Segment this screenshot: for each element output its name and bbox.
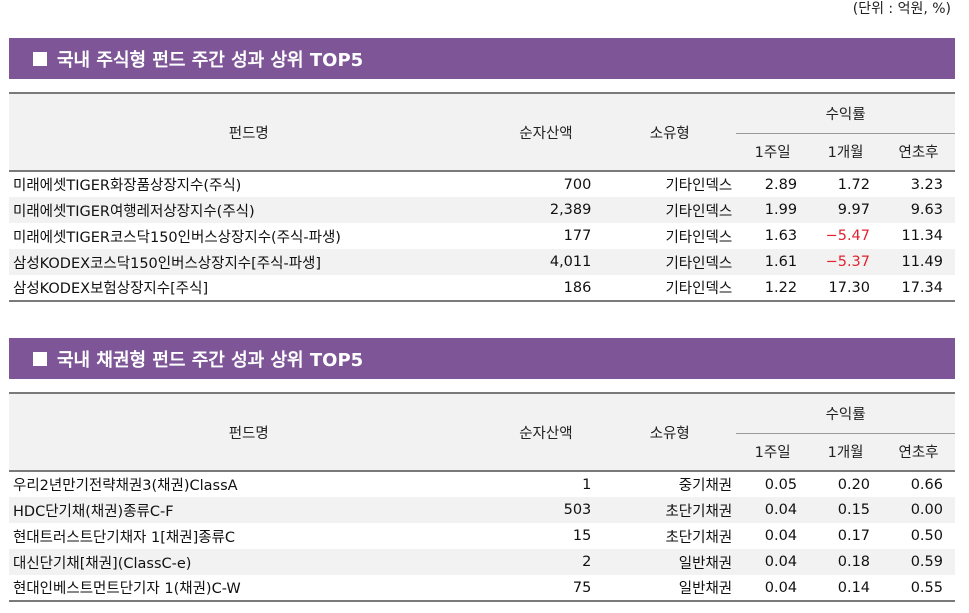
return-week1-cell: 1.22 [736,275,810,302]
bond-rows: 우리2년만기전략채권3(채권)ClassA 1 중기채권 0.05 0.20 0.66 HD… [9,471,955,602]
category-cell: 기타인덱스 [603,275,737,302]
fund-name-cell: 삼성KODEX보험상장지수[주식] [9,275,489,302]
net-assets-cell: 75 [488,575,604,602]
return-month1-cell: 0.18 [809,549,883,575]
return-ytd-cell: 0.59 [882,549,955,575]
return-ytd-cell: 0.00 [882,497,955,523]
net-assets-cell: 186 [488,275,604,302]
return-ytd-cell: 11.34 [901,228,943,244]
equity-title: 국내 주식형 펀드 주간 성과 상위 TOP5 [57,49,364,71]
header-net-assets: 순자산액 [488,93,604,171]
bond-title: 국내 채권형 펀드 주간 성과 상위 TOP5 [57,349,364,371]
header-net-assets: 순자산액 [488,393,604,471]
fund-name-cell: 대신단기채[채권](ClassC-e) [9,549,489,575]
category-cell: 기타인덱스 [665,229,733,246]
return-week1-cell: 1.63 [764,228,798,244]
equity-rows: 미래에셋TIGER화장품상장지수(주식) 700 기타인덱스 2.89 1.72 3.23… [9,171,955,302]
fund-name-cell: 현대인베스트먼트단기자 1(채권)C-W [9,575,489,602]
header-category: 소유형 [603,93,737,171]
category-cell: 초단기채권 [603,497,737,523]
category-cell: 기타인덱스 [665,178,733,194]
header-returns: 수익률 [736,393,955,434]
fund-name-cell: 미래에셋TIGER여행레저상장지수(주식) [9,197,489,223]
equity-section: 국내 주식형 펀드 주간 성과 상위 TOP5 펀드명 순자산액 소유형 수익률… [9,38,955,302]
return-week1-cell: 2.89 [764,176,798,193]
table-row: HDC단기채(채권)종류C-F 503 초단기채권 0.04 0.15 0.00 [9,497,955,523]
return-month1-cell: 9.97 [809,197,883,223]
return-month1-cell: 1.72 [837,176,871,193]
bond-title-bar: 국내 채권형 펀드 주간 성과 상위 TOP5 [9,338,955,379]
category-cell: 일반채권 [603,575,737,602]
category-cell: 기타인덱스 [603,197,737,223]
table-row: 현대인베스트먼트단기자 1(채권)C-W 75 일반채권 0.04 0.14 0.55 [9,575,955,602]
header-month1: 1개월 [809,433,883,471]
unit-note: (단위 : 억원, %) [852,1,951,17]
return-ytd-cell: 3.23 [910,176,943,193]
return-week1-cell: 0.04 [764,528,798,544]
fund-name-cell: 우리2년만기전략채권3(채권)ClassA [13,478,238,494]
return-month1-cell: 0.17 [837,528,871,544]
fund-name-cell: 삼성KODEX코스닥150인버스상장지수[주식-파생] [9,249,489,275]
table-row: 미래에셋TIGER여행레저상장지수(주식) 2,389 기타인덱스 1.99 9.97 9… [9,197,955,223]
return-ytd-cell: 17.34 [882,275,955,302]
table-row: 대신단기채[채권](ClassC-e) 2 일반채권 0.04 0.18 0.59 [9,549,955,575]
square-bullet-icon [33,351,47,366]
return-week1-cell: 0.04 [736,497,810,523]
net-assets-cell: 1 [582,476,592,493]
return-month1-cell: −5.37 [809,249,883,275]
return-ytd-cell: 0.50 [910,528,943,544]
return-week1-cell: 0.04 [736,549,810,575]
table-row: 미래에셋TIGER코스닥150인버스상장지수(주식-파생) 177 기타인덱스 1.6… [9,223,955,249]
net-assets-cell: 15 [572,528,592,544]
return-ytd-cell: 11.49 [882,249,955,275]
header-week1: 1주일 [736,433,810,471]
equity-title-bar: 국내 주식형 펀드 주간 성과 상위 TOP5 [9,38,955,79]
net-assets-cell: 4,011 [488,249,604,275]
return-week1-cell: 1.61 [736,249,810,275]
fund-name-cell: HDC단기채(채권)종류C-F [9,497,489,523]
fund-name-cell: 미래에셋TIGER화장품상장지수(주식) [13,178,242,194]
fund-name-cell: 현대트러스트단기채자 1[채권]종류C [13,529,236,546]
return-month1-cell: −5.47 [825,228,871,244]
fund-name-cell: 미래에셋TIGER코스닥150인버스상장지수(주식-파생) [13,229,341,246]
table-row: 삼성KODEX보험상장지수[주식] 186 기타인덱스 1.22 17.30 17.34 [9,275,955,302]
header-ytd: 연초후 [882,433,955,471]
header-category: 소유형 [603,393,737,471]
header-returns: 수익률 [736,93,955,134]
header-month1: 1개월 [809,133,883,171]
header-fund-name: 펀드명 [9,93,489,171]
header-fund-name: 펀드명 [9,393,489,471]
category-cell: 일반채권 [603,549,737,575]
table-row: 미래에셋TIGER화장품상장지수(주식) 700 기타인덱스 2.89 1.72 3.23 [9,171,955,197]
header-ytd: 연초후 [882,133,955,171]
return-ytd-cell: 0.55 [882,575,955,602]
return-week1-cell: 1.99 [736,197,810,223]
bond-section: 국내 채권형 펀드 주간 성과 상위 TOP5 펀드명 순자산액 소유형 수익률… [9,338,955,602]
return-week1-cell: 0.04 [736,575,810,602]
square-bullet-icon [33,51,47,66]
category-cell: 중기채권 [678,478,733,494]
return-month1-cell: 17.30 [809,275,883,302]
bond-table: 펀드명 순자산액 소유형 수익률 1주일 1개월 연초후 우리2년만기전략채권3… [9,392,955,602]
net-assets-cell: 2,389 [488,197,604,223]
category-cell: 초단기채권 [665,529,733,546]
table-row: 현대트러스트단기채자 1[채권]종류C 15 초단기채권 0.04 0.17 0.50 [9,523,955,549]
category-cell: 기타인덱스 [603,249,737,275]
return-ytd-cell: 0.66 [910,476,943,493]
return-week1-cell: 0.05 [764,476,798,493]
table-row: 삼성KODEX코스닥150인버스상장지수[주식-파생] 4,011 기타인덱스 1.6… [9,249,955,275]
return-month1-cell: 0.20 [837,476,871,493]
net-assets-cell: 700 [563,176,592,193]
return-month1-cell: 0.14 [809,575,883,602]
equity-table: 펀드명 순자산액 소유형 수익률 1주일 1개월 연초후 미래에셋TIGER화장… [9,92,955,302]
net-assets-cell: 503 [488,497,604,523]
header-week1: 1주일 [736,133,810,171]
net-assets-cell: 177 [563,228,592,244]
net-assets-cell: 2 [488,549,604,575]
return-ytd-cell: 9.63 [882,197,955,223]
return-month1-cell: 0.15 [809,497,883,523]
table-row: 우리2년만기전략채권3(채권)ClassA 1 중기채권 0.05 0.20 0.66 [9,471,955,497]
